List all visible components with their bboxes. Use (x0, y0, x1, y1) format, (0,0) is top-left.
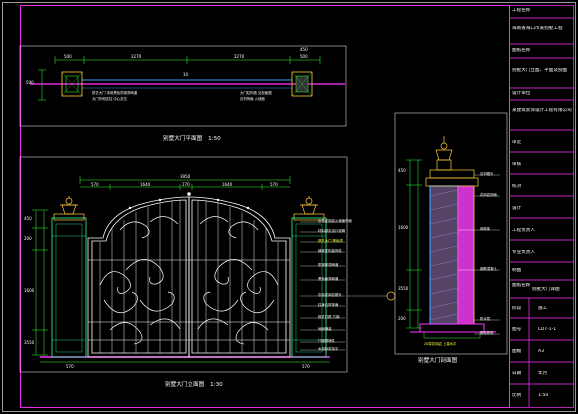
iron-gate (87, 196, 291, 358)
section-left-dimensions (406, 159, 422, 329)
lamp-right (300, 196, 318, 215)
tb-field-label-scale: 比例 (512, 393, 522, 398)
lamp-left (60, 196, 78, 215)
elev-dim-left-2: 200 (24, 236, 32, 241)
sect-dim-3: 3550 (398, 286, 409, 291)
cad-drawing (2, 2, 576, 412)
elev-note-3: 铁艺大门 黑色漆 (318, 239, 343, 243)
tb-field-label-number: 图号 (512, 327, 522, 332)
elev-note-2: 材料详见设计说明 (318, 229, 346, 233)
plan-dimension-chain (38, 56, 321, 101)
section-stone-facing (457, 185, 475, 325)
section-cap (425, 136, 479, 187)
elevation-caption-text: 别墅大门立面图 (165, 382, 205, 388)
tb-field-value-stage: 施工 (538, 306, 548, 311)
elev-note-12: 水泥砂浆找平 (318, 347, 339, 351)
tb-check: 校对 (512, 184, 522, 189)
elev-note-10: 地面铺装 (318, 327, 332, 331)
tb-field-value-scale: 1:50 (538, 393, 549, 398)
tb-field-value-number: LD7-1-1 (538, 327, 557, 332)
drawing-sheet: 工程名称 海南省海口市某别墅工程 图纸名称 别墅大门立面、平面及剖面 设计单位 … (0, 0, 578, 414)
section-marker (347, 291, 396, 301)
elev-dim-left-4: 3550 (24, 340, 35, 345)
tb-project-name: 海南省海口市某别墅工程 (512, 26, 563, 31)
sect-dim-1: 450 (398, 168, 406, 173)
elev-note-6: 黑色面漆两道 (318, 277, 339, 281)
sect-dim-4: 200 (398, 316, 406, 321)
elev-dim-left-1: 450 (24, 216, 32, 221)
elevation-view (19, 156, 396, 373)
plan-caption-scale: 1:50 (208, 136, 221, 142)
plan-caption: 别墅大门平面图 1:50 (163, 134, 221, 142)
tb-drawing-title: 别墅大门详图 (532, 287, 560, 292)
plan-dim-1: 500 (64, 54, 72, 59)
sect-note-bottom: 20厚花岗岩 上端水平 (424, 342, 457, 346)
plan-caption-text: 别墅大门平面图 (163, 136, 203, 142)
plan-note-left-2: 大门外侧支柱 中心定位 (92, 97, 127, 101)
plan-dim-3: 2270 (234, 54, 245, 59)
elev-note-1: 灰色花岗岩火烧面饰面 (318, 219, 352, 223)
elev-dim-bottom-left: 570 (66, 364, 74, 369)
sect-note-5: 防水层 (480, 317, 491, 321)
tb-field-label-stage: 阶段 (512, 306, 522, 311)
tb-review: 审核 (512, 162, 522, 167)
elev-dim-seg-4: 1640 (222, 182, 233, 187)
sect-note-1: 石材帽头 (480, 172, 494, 176)
plan-dim-center: 10 (183, 72, 189, 77)
elev-dim-seg-5: 570 (270, 182, 278, 187)
tb-discipline-lead: 专业负责人 (512, 250, 535, 255)
tb-field-label-date: 日期 (512, 371, 522, 376)
plan-dim-right-top: 450 (300, 47, 308, 52)
tb-approve: 审定 (512, 140, 522, 145)
elevation-caption-scale: 1:30 (210, 382, 223, 388)
plan-note-left: 铁艺大门 采用黑色防锈漆两道 (92, 91, 138, 95)
sect-note-3: 砖砌体 (480, 227, 491, 231)
tb-design: 设计 (512, 206, 522, 211)
plan-dim-4: 500 (300, 54, 308, 59)
tb-designer-name: 某建筑装饰设计工程有限公司 (512, 108, 572, 113)
tb-designer-label: 设计单位 (512, 91, 531, 96)
elev-dim-seg-3: 170 (182, 182, 190, 187)
tb-project-lead: 工程负责人 (512, 228, 535, 233)
sect-note-4: 钢筋混凝土 (480, 267, 497, 271)
pillar-right (291, 213, 327, 358)
elevation-caption: 别墅大门立面图 1:30 (165, 380, 223, 388)
section-pillar-body (429, 185, 459, 325)
elev-note-9: 铁艺门框 方钢 (318, 315, 340, 319)
tb-field-value-date: 年月 (538, 371, 548, 376)
sect-note-6: 基础垫层 (480, 331, 494, 335)
elev-note-7: 灰色花岗岩帽头 (318, 293, 342, 297)
tb-field-label-size: 图幅 (512, 349, 522, 354)
elev-dim-bottom-right: 570 (302, 364, 310, 369)
plan-note-right-2: 石材饰面 火烧面 (240, 97, 265, 101)
elev-note-11: 门轴预埋件 (318, 339, 335, 343)
sect-dim-2: 1600 (398, 225, 409, 230)
sect-note-2: 花岗岩饰面 (480, 193, 497, 197)
elev-dim-seg-1: 570 (91, 182, 99, 187)
tb-field-value-size: A3 (538, 349, 545, 354)
elevation-left-dimensions (32, 209, 48, 356)
section-caption: 别墅大门剖面图 (418, 356, 457, 364)
section-view (394, 112, 508, 355)
tb-sheet-name: 别墅大门立面、平面及剖面 (512, 68, 568, 73)
plan-note-right: 大门柱构造 见剖面图 (240, 91, 272, 95)
plan-dim-2: 2270 (131, 54, 142, 59)
tb-project-label: 工程名称 (512, 8, 531, 13)
pillar-left (51, 213, 87, 358)
plan-dim-left: 500 (26, 80, 34, 85)
elev-note-8: 柱身石材饰面 (318, 303, 339, 307)
section-caption-text: 别墅大门剖面图 (418, 358, 458, 364)
elev-note-5: 防锈底漆两道 (318, 263, 339, 267)
sheet-outer-frame (2, 2, 576, 412)
tb-draft: 制图 (512, 268, 522, 273)
tb-sheet-label: 图纸名称 (512, 48, 531, 53)
elev-dim-seg-2: 1640 (140, 182, 151, 187)
elev-note-4: 铸铁花形装饰件 (318, 249, 342, 253)
elev-dim-left-3: 1600 (24, 288, 35, 293)
elev-dim-total: 3950 (180, 174, 191, 179)
